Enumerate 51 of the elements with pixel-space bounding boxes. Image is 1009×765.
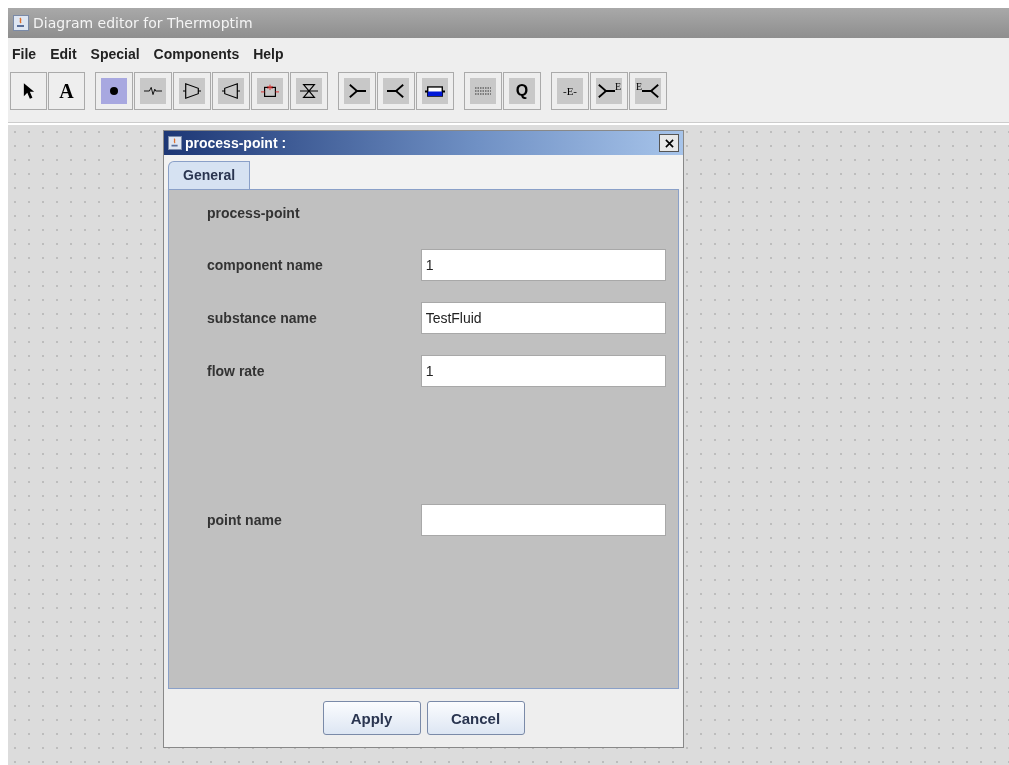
close-button[interactable] <box>659 134 679 152</box>
input-field[interactable]: 1 <box>420 248 666 281</box>
tool-button[interactable] <box>416 72 454 110</box>
tool-button[interactable]: -E- <box>551 72 589 110</box>
field-label: component name <box>207 256 324 273</box>
splitter-icon <box>387 82 405 100</box>
input-field[interactable]: TestFluid <box>420 301 666 334</box>
cup-icon <box>13 15 29 31</box>
mixer-icon <box>348 82 366 100</box>
tool-button[interactable]: A <box>48 72 85 110</box>
tool-button[interactable]: Q <box>503 72 541 110</box>
field-label: point name <box>207 511 283 528</box>
cup-icon <box>168 136 182 150</box>
menu-item[interactable]: Help <box>253 46 284 62</box>
compressor-icon <box>183 82 201 100</box>
input-field[interactable]: 1 <box>420 354 666 387</box>
tool-button[interactable] <box>377 72 415 110</box>
window-title: Diagram editor for Thermoptim <box>33 15 253 31</box>
tool-button[interactable] <box>95 72 133 110</box>
menu-item[interactable]: Components <box>153 46 240 62</box>
tool-button[interactable] <box>290 72 328 110</box>
dialog-button[interactable]: Apply <box>322 701 421 735</box>
turbine-icon <box>222 82 240 100</box>
valve-icon <box>300 82 318 100</box>
mixer-icon <box>596 82 615 100</box>
close-icon <box>664 138 674 148</box>
tool-button[interactable] <box>251 72 289 110</box>
list-icon <box>474 86 492 96</box>
menu-item[interactable]: Special <box>90 46 140 62</box>
pointer-icon <box>22 82 35 100</box>
section-heading: process-point <box>207 205 301 221</box>
input-field[interactable] <box>420 503 666 536</box>
tool-button[interactable]: E <box>629 72 667 110</box>
combustion-chamber-icon <box>261 82 279 100</box>
splitter-icon <box>642 82 661 100</box>
dialog-title: process-point : <box>185 135 288 151</box>
tool-button[interactable] <box>10 72 47 110</box>
zigzag-icon <box>144 86 162 96</box>
dialog-button[interactable]: Cancel <box>426 701 525 735</box>
tool-button[interactable] <box>173 72 211 110</box>
tool-button[interactable]: E <box>590 72 628 110</box>
tool-button[interactable] <box>338 72 376 110</box>
menu-item[interactable]: Edit <box>50 46 77 62</box>
diagram-canvas[interactable]: process-point : General process-point component name 1 substance name TestFluid flow rate 1 point name Apply Cancel <box>8 125 1009 765</box>
heat-exchanger-icon <box>425 84 445 98</box>
tab[interactable]: General <box>168 161 251 189</box>
dot-icon <box>109 86 119 96</box>
menu-item[interactable]: File <box>12 46 37 62</box>
field-label: substance name <box>207 309 318 326</box>
tool-button[interactable] <box>212 72 250 110</box>
field-label: flow rate <box>207 362 266 379</box>
